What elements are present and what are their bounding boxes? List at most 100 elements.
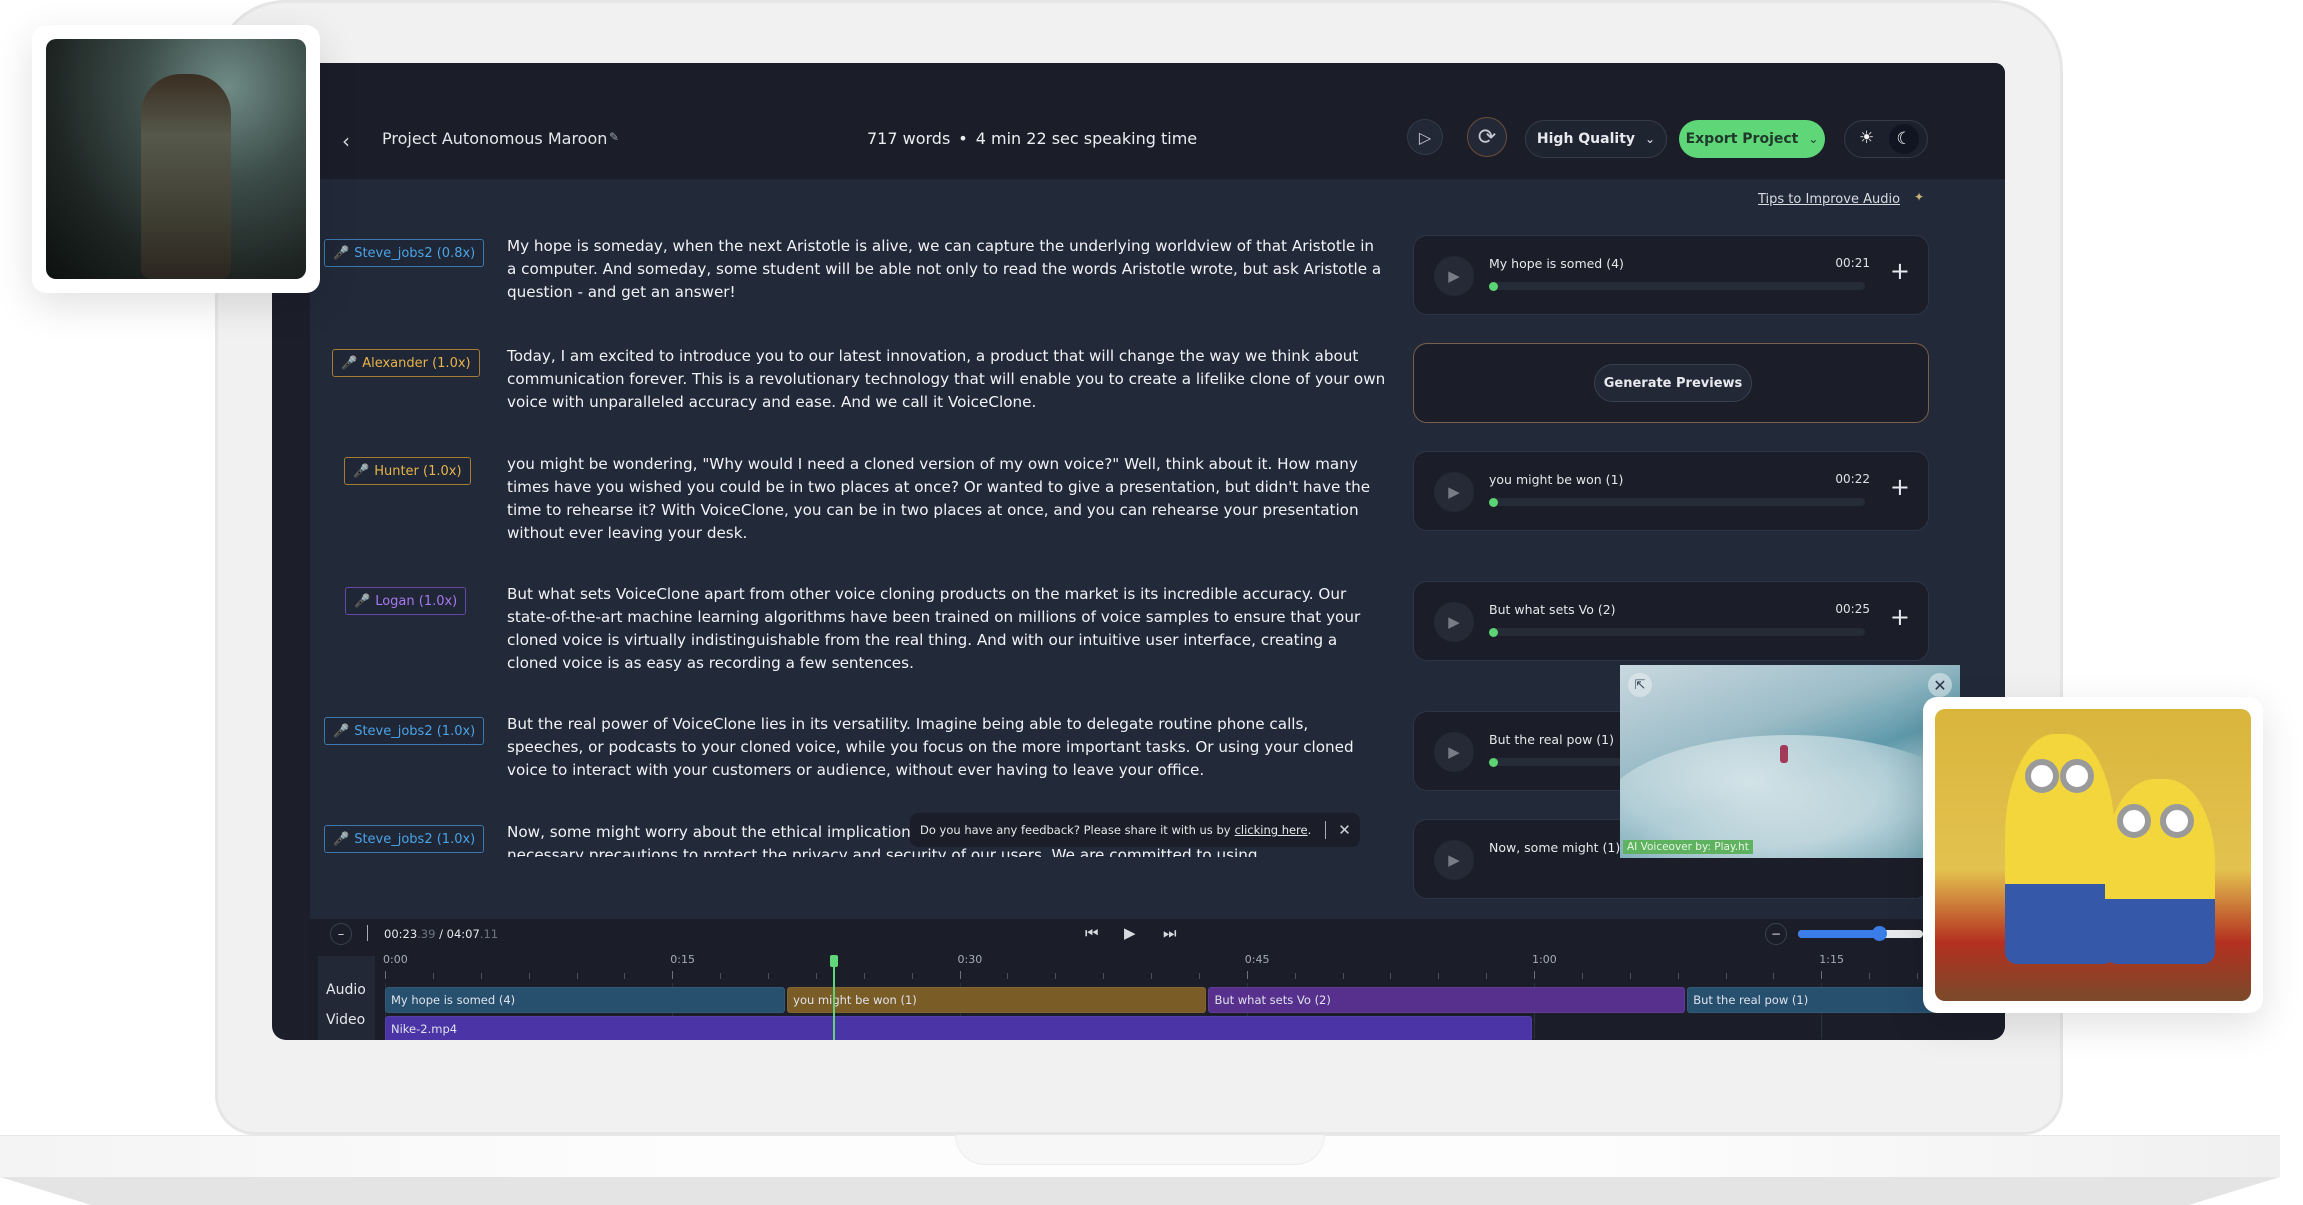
- generate-previews-button[interactable]: Generate Previews: [1594, 364, 1752, 402]
- progress-knob[interactable]: [1489, 498, 1498, 507]
- speaker-tag[interactable]: 🎤 Steve_jobs2 (1.0x): [324, 717, 485, 745]
- chevron-down-icon: ⌄: [1645, 132, 1656, 146]
- moon-icon[interactable]: ☾: [1889, 124, 1919, 154]
- timeline-controls: – 00:23.39 / 04:07.11 ⏮ ▶ ⏭ −: [310, 919, 2005, 949]
- speaker-tag[interactable]: 🎤 Logan (1.0x): [345, 587, 467, 615]
- speaker-tag[interactable]: 🎤 Steve_jobs2 (0.8x): [324, 239, 485, 267]
- separator-dot: •: [958, 129, 968, 148]
- ruler-tick: [624, 973, 626, 979]
- total-time: 04:07: [446, 927, 480, 941]
- time-ruler[interactable]: 0:000:150:300:451:001:151:301:452:002:15…: [383, 953, 2005, 983]
- play-icon[interactable]: ▶: [1434, 602, 1474, 642]
- play-icon[interactable]: ▶: [1434, 732, 1474, 772]
- project-stats: 717 words • 4 min 22 sec speaking time: [867, 129, 1197, 148]
- playhead[interactable]: [829, 955, 838, 1040]
- ruler-tick: [1773, 973, 1775, 979]
- video-clip[interactable]: Nike-2.mp4: [385, 1016, 1532, 1040]
- chevron-left-icon[interactable]: ‹: [342, 129, 350, 153]
- microphone-icon: 🎤: [341, 355, 358, 371]
- plus-icon[interactable]: +: [1890, 605, 1910, 629]
- playhead-handle[interactable]: [829, 955, 838, 967]
- ruler-tick: [1055, 973, 1057, 979]
- close-icon[interactable]: ✕: [1928, 673, 1952, 697]
- top-bar: ‹ Project Autonomous Maroon ✎ 717 words •…: [272, 63, 2005, 179]
- ruler-tick: [1151, 973, 1152, 979]
- total-ms: .11: [479, 927, 499, 941]
- project-title[interactable]: Project Autonomous Maroon: [382, 129, 607, 148]
- progress-knob[interactable]: [1489, 758, 1498, 767]
- audio-clip[interactable]: you might be won (1): [787, 987, 1207, 1013]
- ruler-tick: [672, 971, 674, 979]
- sync-button[interactable]: ⟳: [1467, 117, 1507, 157]
- speaker-name: Steve_jobs2 (0.8x): [354, 245, 476, 261]
- character-image: [46, 39, 306, 279]
- preview-progress[interactable]: [1489, 628, 1865, 637]
- ruler-tick: [959, 971, 961, 979]
- ruler-tick: [385, 971, 386, 979]
- play-icon[interactable]: ▶: [1434, 472, 1474, 512]
- play-icon[interactable]: ▶: [1124, 924, 1136, 942]
- ruler-label: 0:45: [1244, 953, 1270, 966]
- progress-knob[interactable]: [1489, 628, 1498, 637]
- add-video-button[interactable]: ▷: [1407, 119, 1443, 155]
- ruler-tick: [1581, 973, 1583, 979]
- preview-duration: 00:21: [1835, 256, 1870, 270]
- tips-link[interactable]: Tips to Improve Audio: [1758, 192, 1900, 207]
- paragraph-text[interactable]: But the real power of VoiceClone lies in…: [507, 713, 1387, 782]
- progress-knob[interactable]: [1489, 282, 1498, 291]
- paragraph-text[interactable]: you might be wondering, "Why would I nee…: [507, 453, 1387, 545]
- ruler-tick: [528, 973, 530, 979]
- zoom-slider-thumb[interactable]: [1872, 926, 1888, 941]
- speaker-name: Logan (1.0x): [375, 593, 458, 609]
- speaker-tag[interactable]: 🎤 Alexander (1.0x): [332, 349, 480, 377]
- zoom-out-icon[interactable]: −: [1765, 923, 1787, 945]
- feedback-link[interactable]: clicking here: [1235, 823, 1308, 837]
- speaker-name: Hunter (1.0x): [374, 463, 462, 479]
- refresh-icon: ⟳: [1477, 124, 1497, 150]
- video-preview-popup[interactable]: ⇱ ✕ AI Voiceover by: Play.ht: [1620, 665, 1960, 858]
- play-icon[interactable]: ▶: [1434, 256, 1474, 296]
- play-icon[interactable]: ▶: [1434, 840, 1474, 880]
- speaker-tag[interactable]: 🎤 Hunter (1.0x): [344, 457, 471, 485]
- audio-clip[interactable]: My hope is somed (4): [385, 987, 786, 1013]
- current-ms: .39: [417, 927, 436, 941]
- sun-icon[interactable]: ☀: [1859, 128, 1874, 148]
- expand-icon[interactable]: ⇱: [1628, 673, 1652, 697]
- ruler-tick: [1342, 973, 1344, 979]
- laptop-base-bottom: [0, 1177, 2280, 1205]
- goggle: [2117, 804, 2151, 838]
- collapse-timeline-button[interactable]: –: [330, 923, 352, 945]
- skip-forward-icon[interactable]: ⏭: [1163, 924, 1177, 942]
- plus-icon[interactable]: +: [1890, 259, 1910, 283]
- audio-clip[interactable]: But what sets Vo (2): [1208, 987, 1686, 1013]
- track-labels: Audio Video: [318, 956, 375, 1040]
- goggle: [2060, 759, 2094, 793]
- edit-icon[interactable]: ✎: [609, 130, 619, 144]
- zoom-slider[interactable]: [1798, 926, 1923, 941]
- microphone-icon: 🎤: [353, 463, 370, 479]
- skip-back-icon[interactable]: ⏮: [1085, 924, 1099, 942]
- video-add-icon: ▷: [1418, 127, 1432, 147]
- preview-card: ▶ But what sets Vo (2) 00:25 +: [1413, 581, 1929, 661]
- plus-icon[interactable]: +: [1890, 475, 1910, 499]
- minion-figure: [2105, 779, 2215, 964]
- image-card-left: [32, 25, 320, 293]
- speaker-name: Alexander (1.0x): [362, 355, 471, 371]
- overalls: [2105, 899, 2215, 964]
- ruler-tick: [815, 973, 817, 979]
- paragraph-text[interactable]: My hope is someday, when the next Aristo…: [507, 235, 1387, 304]
- generate-previews-card: Generate Previews: [1413, 343, 1929, 423]
- preview-progress[interactable]: [1489, 282, 1865, 291]
- paragraph-text[interactable]: Today, I am excited to introduce you to …: [507, 345, 1387, 414]
- speaker-tag[interactable]: 🎤 Steve_jobs2 (1.0x): [324, 825, 485, 853]
- preview-progress[interactable]: [1489, 498, 1865, 507]
- ruler-tick: [720, 973, 722, 979]
- preview-title: you might be won (1): [1489, 472, 1624, 487]
- ruler-tick: [1486, 973, 1488, 979]
- theme-toggle[interactable]: ☀ ☾: [1844, 120, 1928, 158]
- export-project-button[interactable]: Export Project ⌄: [1679, 120, 1825, 158]
- quality-dropdown[interactable]: High Quality ⌄: [1525, 120, 1667, 158]
- divider: [367, 925, 368, 941]
- paragraph-text[interactable]: But what sets VoiceClone apart from othe…: [507, 583, 1387, 675]
- close-icon[interactable]: ✕: [1338, 821, 1351, 839]
